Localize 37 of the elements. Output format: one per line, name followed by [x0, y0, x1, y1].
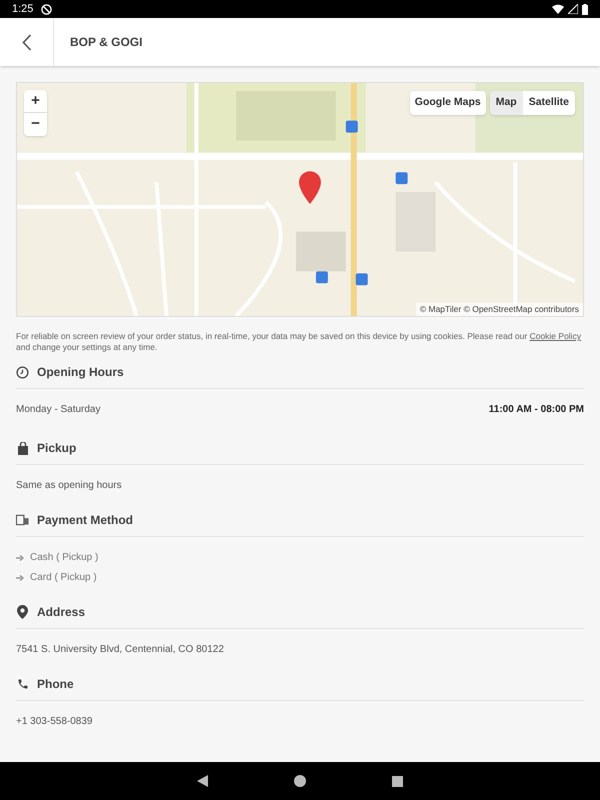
section-heading: Address	[37, 604, 86, 621]
do-not-disturb-icon	[41, 4, 52, 14]
section-text: 7541 S. University Blvd, Centennial, CO 80122	[16, 644, 224, 655]
home-nav-icon[interactable]	[294, 775, 306, 787]
map-type-tab[interactable]: Map	[490, 91, 523, 115]
section-heading: Pickup	[37, 440, 76, 457]
zoom-out-button[interactable]: −	[24, 113, 47, 136]
google-maps-button[interactable]: Google Maps	[410, 91, 486, 115]
zoom-in-button[interactable]: +	[24, 90, 47, 113]
section-text: Same as opening hours	[16, 480, 122, 491]
section-text: +1 303-558-0839	[16, 716, 92, 727]
location-pin-icon	[17, 605, 28, 619]
back-nav-icon[interactable]	[197, 775, 208, 787]
recents-nav-icon[interactable]	[392, 776, 403, 786]
cookie-notice: For reliable on screen review of your order status, in real-time, your data may be saved on this device by using cookies. Please read our Cookie Policy and change your settings at any time.	[16, 331, 582, 353]
clock-icon	[16, 366, 29, 378]
map-type-tab[interactable]: Satellite	[522, 91, 575, 115]
map-view[interactable]: + − Google Maps Map Satellite © MapTiler © OpenStreetMap contributors	[16, 82, 584, 317]
status-time: 1:25	[12, 2, 34, 17]
section-heading: Phone	[37, 676, 74, 693]
map-attribution: © MapTiler © OpenStreetMap contributors	[416, 303, 583, 316]
phone-icon	[16, 678, 28, 690]
shopping-bag-icon	[16, 442, 28, 454]
cookie-policy-link[interactable]: Cookie Policy	[530, 331, 582, 341]
days-label: Monday - Saturday	[16, 403, 100, 417]
payment-option: Cash ( Pickup )	[30, 550, 98, 565]
section-heading: Payment Method	[37, 512, 134, 529]
arrow-icon	[16, 554, 24, 560]
arrow-icon	[16, 574, 24, 580]
signal-icon	[568, 4, 578, 14]
section-heading: Opening Hours	[37, 364, 124, 381]
hours-value: 11:00 AM - 08:00 PM	[488, 403, 584, 417]
battery-icon	[582, 4, 588, 14]
page-title: BOP & GOGI	[70, 34, 142, 51]
payment-option: Card ( Pickup )	[30, 570, 97, 585]
back-icon	[22, 34, 32, 50]
wifi-icon	[552, 4, 564, 14]
